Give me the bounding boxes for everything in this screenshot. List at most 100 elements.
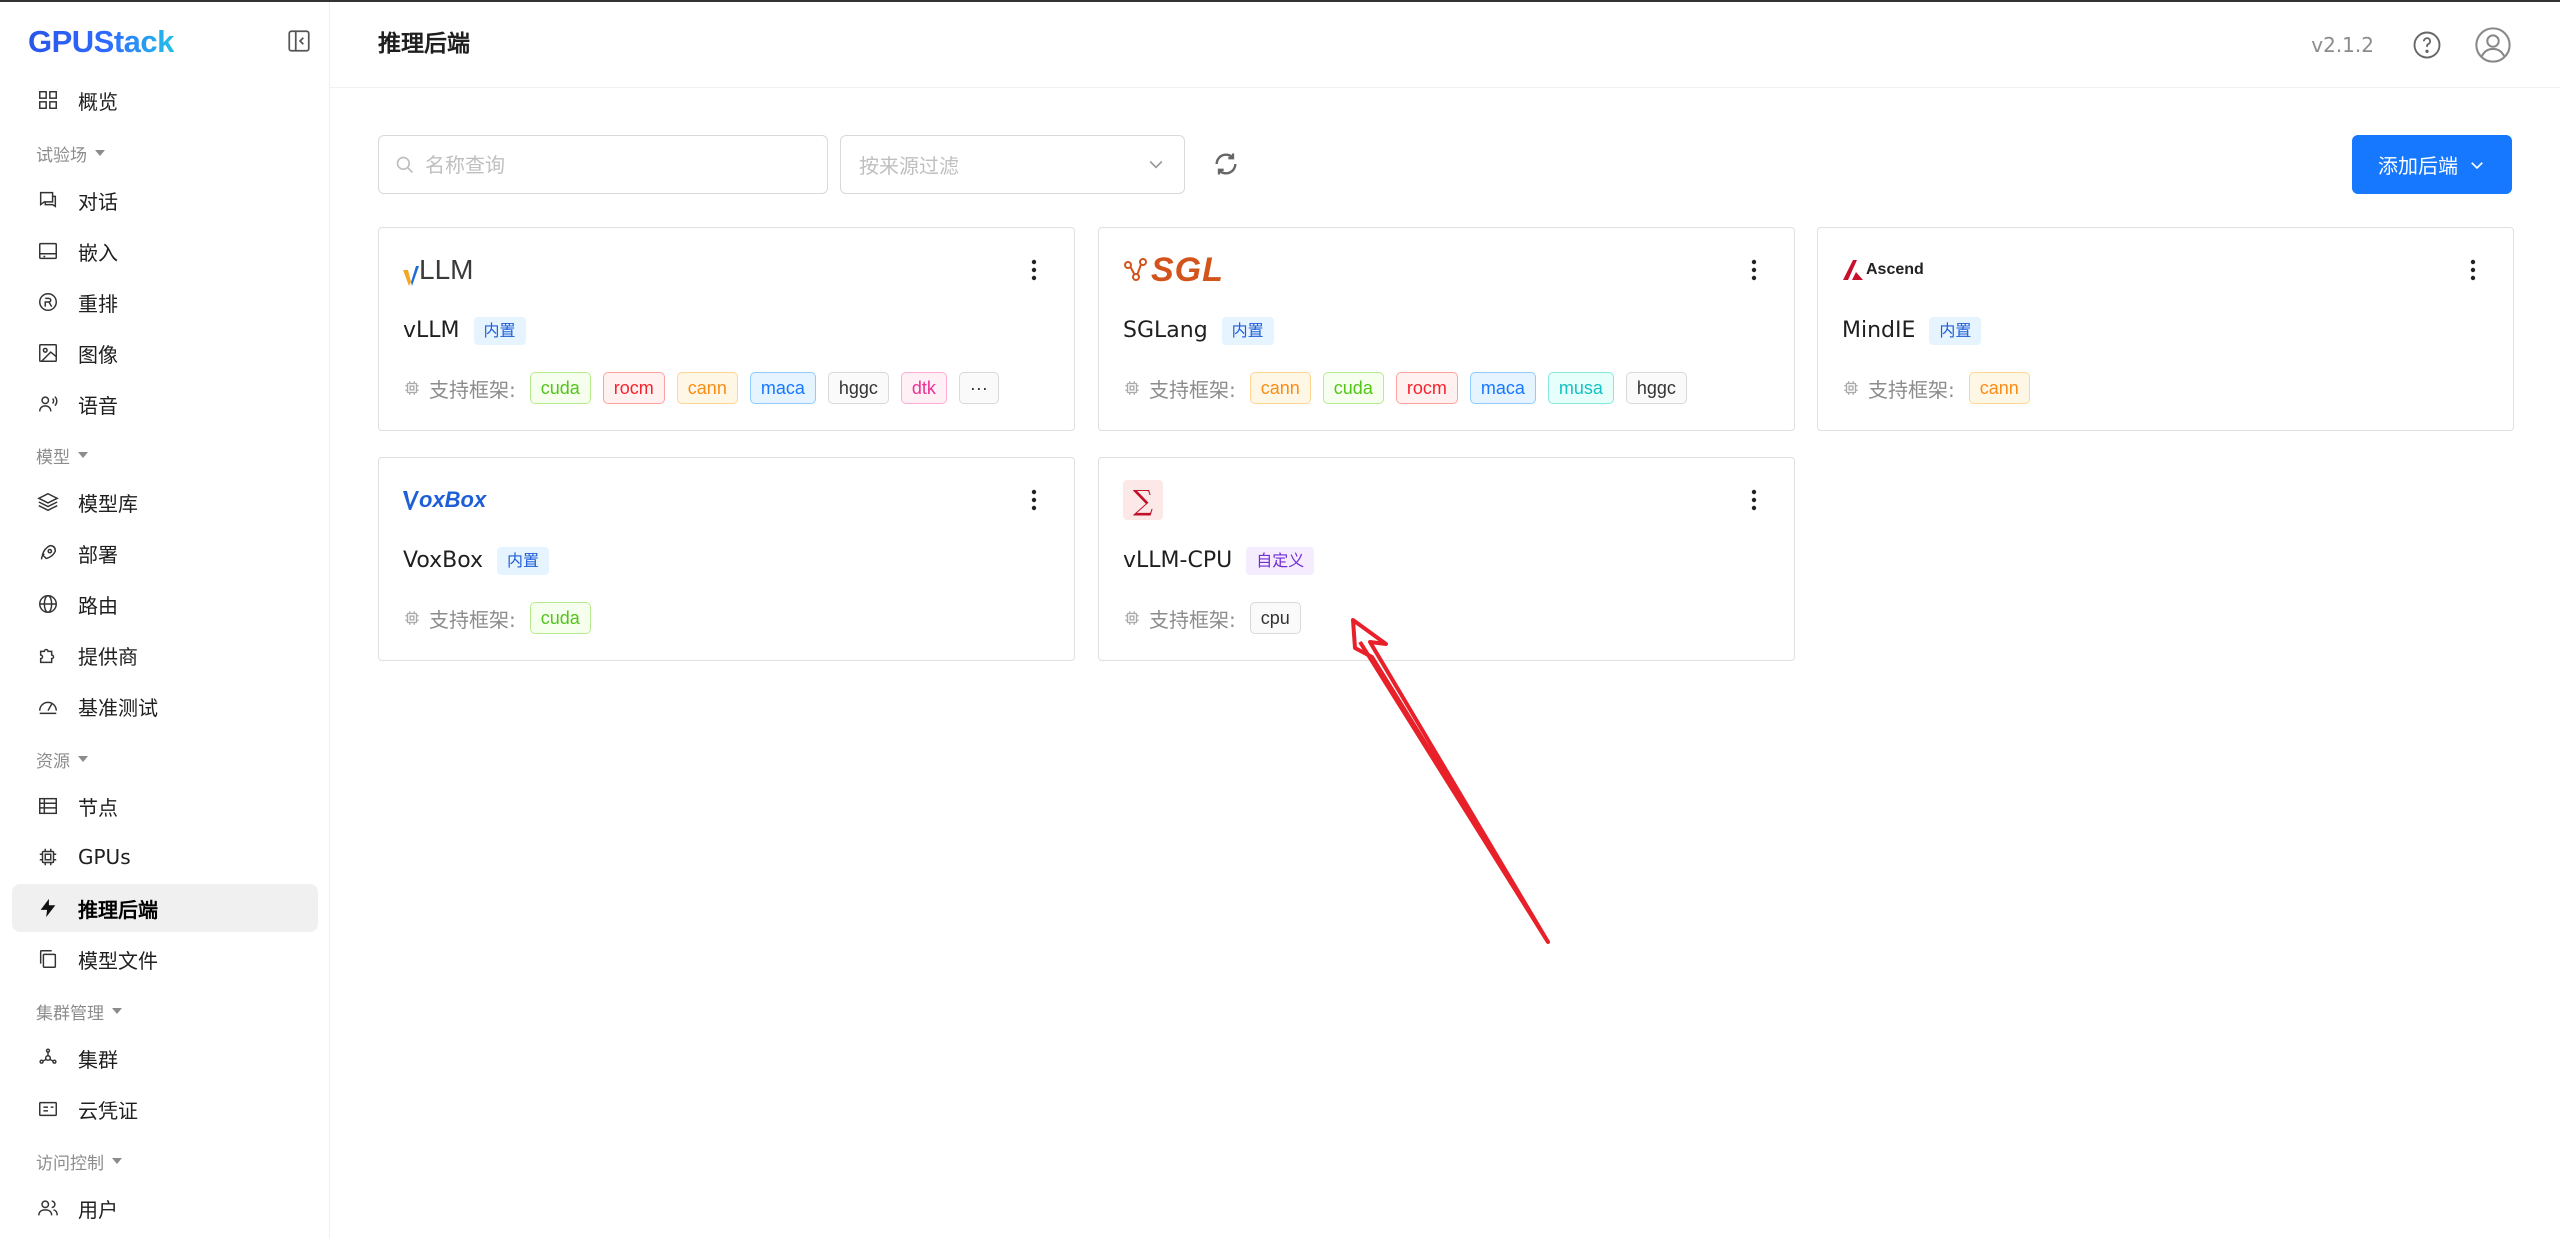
chip-icon: [1125, 611, 1139, 625]
sglang-logo: SGL: [1123, 251, 1224, 290]
more-vertical-icon[interactable]: [1750, 258, 1758, 282]
help-icon[interactable]: [2412, 30, 2442, 60]
framework-tag: cpu: [1249, 602, 1301, 634]
sidebar-item-label: 提供商: [78, 644, 138, 669]
sidebar-collapse-icon[interactable]: [286, 28, 312, 54]
backend-name: vLLM-CPU: [1123, 548, 1233, 573]
framework-tag: hggc: [1625, 372, 1687, 404]
layers-icon: [36, 490, 60, 514]
add-backend-label: 添加后端: [2378, 154, 2458, 178]
sidebar-group-resources[interactable]: 资源: [36, 744, 88, 774]
group-label: 模型: [36, 447, 70, 468]
more-vertical-icon[interactable]: [1750, 488, 1758, 512]
sidebar-group-models[interactable]: 模型: [36, 440, 88, 470]
sidebar-item-audio[interactable]: 语音: [12, 380, 318, 428]
search-input[interactable]: [425, 152, 805, 177]
framework-tag: cann: [676, 372, 738, 404]
sidebar-item-benchmark[interactable]: 基准测试: [12, 682, 318, 730]
id-card-icon: [36, 1097, 60, 1121]
source-filter-select[interactable]: 按来源过滤: [840, 135, 1185, 194]
framework-tag: rocm: [1395, 372, 1458, 404]
sidebar-group-playground[interactable]: 试验场: [36, 138, 105, 168]
sidebar-item-chat[interactable]: 对话: [12, 176, 318, 224]
app-logo[interactable]: GPUStack: [28, 22, 174, 62]
framework-row: 支持框架: cpu: [1123, 602, 1313, 634]
framework-label-text: 支持框架:: [1149, 377, 1236, 402]
vllm-logo: LLM: [403, 254, 473, 286]
voxbox-logo: oxBox: [403, 487, 486, 513]
backend-card[interactable]: Ascend MindIE 内置 支持框架: cann: [1817, 227, 2514, 431]
framework-tag: maca: [1469, 372, 1536, 404]
framework-tag: cuda: [529, 372, 591, 404]
framework-row: 支持框架: cuda: [403, 602, 603, 634]
search-input-wrapper[interactable]: [378, 135, 828, 194]
sidebar-item-model-files[interactable]: 模型文件: [12, 935, 318, 983]
chip-icon: [1844, 381, 1858, 395]
backend-name: SGLang: [1123, 318, 1208, 343]
framework-tag: hggc: [827, 372, 889, 404]
refresh-icon[interactable]: [1212, 150, 1240, 178]
more-vertical-icon[interactable]: [2469, 258, 2477, 282]
sidebar-item-label: 语音: [78, 393, 118, 418]
server-icon: [36, 794, 60, 818]
sidebar-item-gpus[interactable]: GPUs: [12, 833, 318, 881]
caret-down-icon: [78, 452, 88, 458]
sidebar-item-label: 路由: [78, 593, 118, 618]
framework-label: 支持框架:: [1842, 374, 1955, 403]
chat-icon: [36, 188, 60, 212]
version-label: v2.1.2: [2311, 33, 2374, 57]
framework-label: 支持框架:: [1123, 604, 1236, 633]
search-icon: [396, 156, 414, 173]
backend-card[interactable]: LLM vLLM 内置 支持框架: cuda rocm cann maca hggc dt…: [378, 227, 1075, 431]
backend-card[interactable]: ∑ vLLM-CPU 自定义 支持框架: cpu: [1098, 457, 1795, 661]
sidebar-item-rerank[interactable]: 重排: [12, 278, 318, 326]
group-label: 试验场: [36, 145, 87, 166]
chip-icon: [36, 845, 60, 869]
caret-down-icon: [78, 756, 88, 762]
sidebar-item-overview[interactable]: 概览: [12, 76, 318, 124]
backend-card[interactable]: oxBox VoxBox 内置 支持框架: cuda: [378, 457, 1075, 661]
lightning-icon: [36, 896, 60, 920]
sidebar-item-cloud-credentials[interactable]: 云凭证: [12, 1085, 318, 1133]
sidebar-group-access-control[interactable]: 访问控制: [36, 1146, 122, 1176]
sidebar-item-users[interactable]: 用户: [12, 1184, 318, 1232]
sidebar-item-label: 基准测试: [78, 695, 158, 720]
sidebar-item-inference-backends[interactable]: 推理后端: [12, 884, 318, 932]
sidebar-item-nodes[interactable]: 节点: [12, 782, 318, 830]
framework-row: 支持框架: cann cuda rocm maca musa hggc: [1123, 372, 1699, 404]
sidebar-item-image[interactable]: 图像: [12, 329, 318, 377]
framework-tag: cuda: [529, 602, 591, 634]
more-vertical-icon[interactable]: [1030, 488, 1038, 512]
ascend-mark-icon: [1843, 260, 1863, 280]
backend-card[interactable]: SGL SGLang 内置 支持框架: cann cuda rocm maca musa…: [1098, 227, 1795, 431]
more-vertical-icon[interactable]: [1030, 258, 1038, 282]
backend-type-badge: 内置: [497, 547, 550, 575]
sidebar-item-clusters[interactable]: 集群: [12, 1034, 318, 1082]
sidebar: GPUStack 概览 试验场 对话 嵌入 重排 图像 语音 模型 模型库 部署…: [0, 2, 330, 1238]
sidebar-item-label: 集群: [78, 1047, 118, 1072]
sidebar-item-label: 节点: [78, 795, 118, 820]
framework-row: 支持框架: cann: [1842, 372, 2042, 404]
files-icon: [36, 947, 60, 971]
sidebar-item-providers[interactable]: 提供商: [12, 631, 318, 679]
sidebar-item-deploy[interactable]: 部署: [12, 529, 318, 577]
rerank-icon: [36, 290, 60, 314]
user-avatar-icon[interactable]: [2474, 26, 2512, 64]
backend-name-row: VoxBox 内置: [403, 546, 550, 576]
sidebar-item-label: 模型库: [78, 491, 138, 516]
backend-name-row: MindIE 内置: [1842, 316, 1982, 346]
add-backend-button[interactable]: 添加后端: [2352, 135, 2512, 194]
sidebar-item-embedding[interactable]: 嵌入: [12, 227, 318, 275]
chip-icon: [405, 381, 419, 395]
caret-down-icon: [95, 150, 105, 156]
sidebar-item-model-catalog[interactable]: 模型库: [12, 478, 318, 526]
sidebar-item-routes[interactable]: 路由: [12, 580, 318, 628]
sidebar-item-label: 嵌入: [78, 240, 118, 265]
caret-down-icon: [112, 1008, 122, 1014]
backend-name: MindIE: [1842, 318, 1916, 343]
framework-label-text: 支持框架:: [1149, 607, 1236, 632]
sglang-node-icon: [1124, 258, 1147, 281]
sidebar-group-cluster-management[interactable]: 集群管理: [36, 996, 122, 1026]
puzzle-icon: [36, 643, 60, 667]
backend-type-badge: 内置: [473, 317, 526, 345]
